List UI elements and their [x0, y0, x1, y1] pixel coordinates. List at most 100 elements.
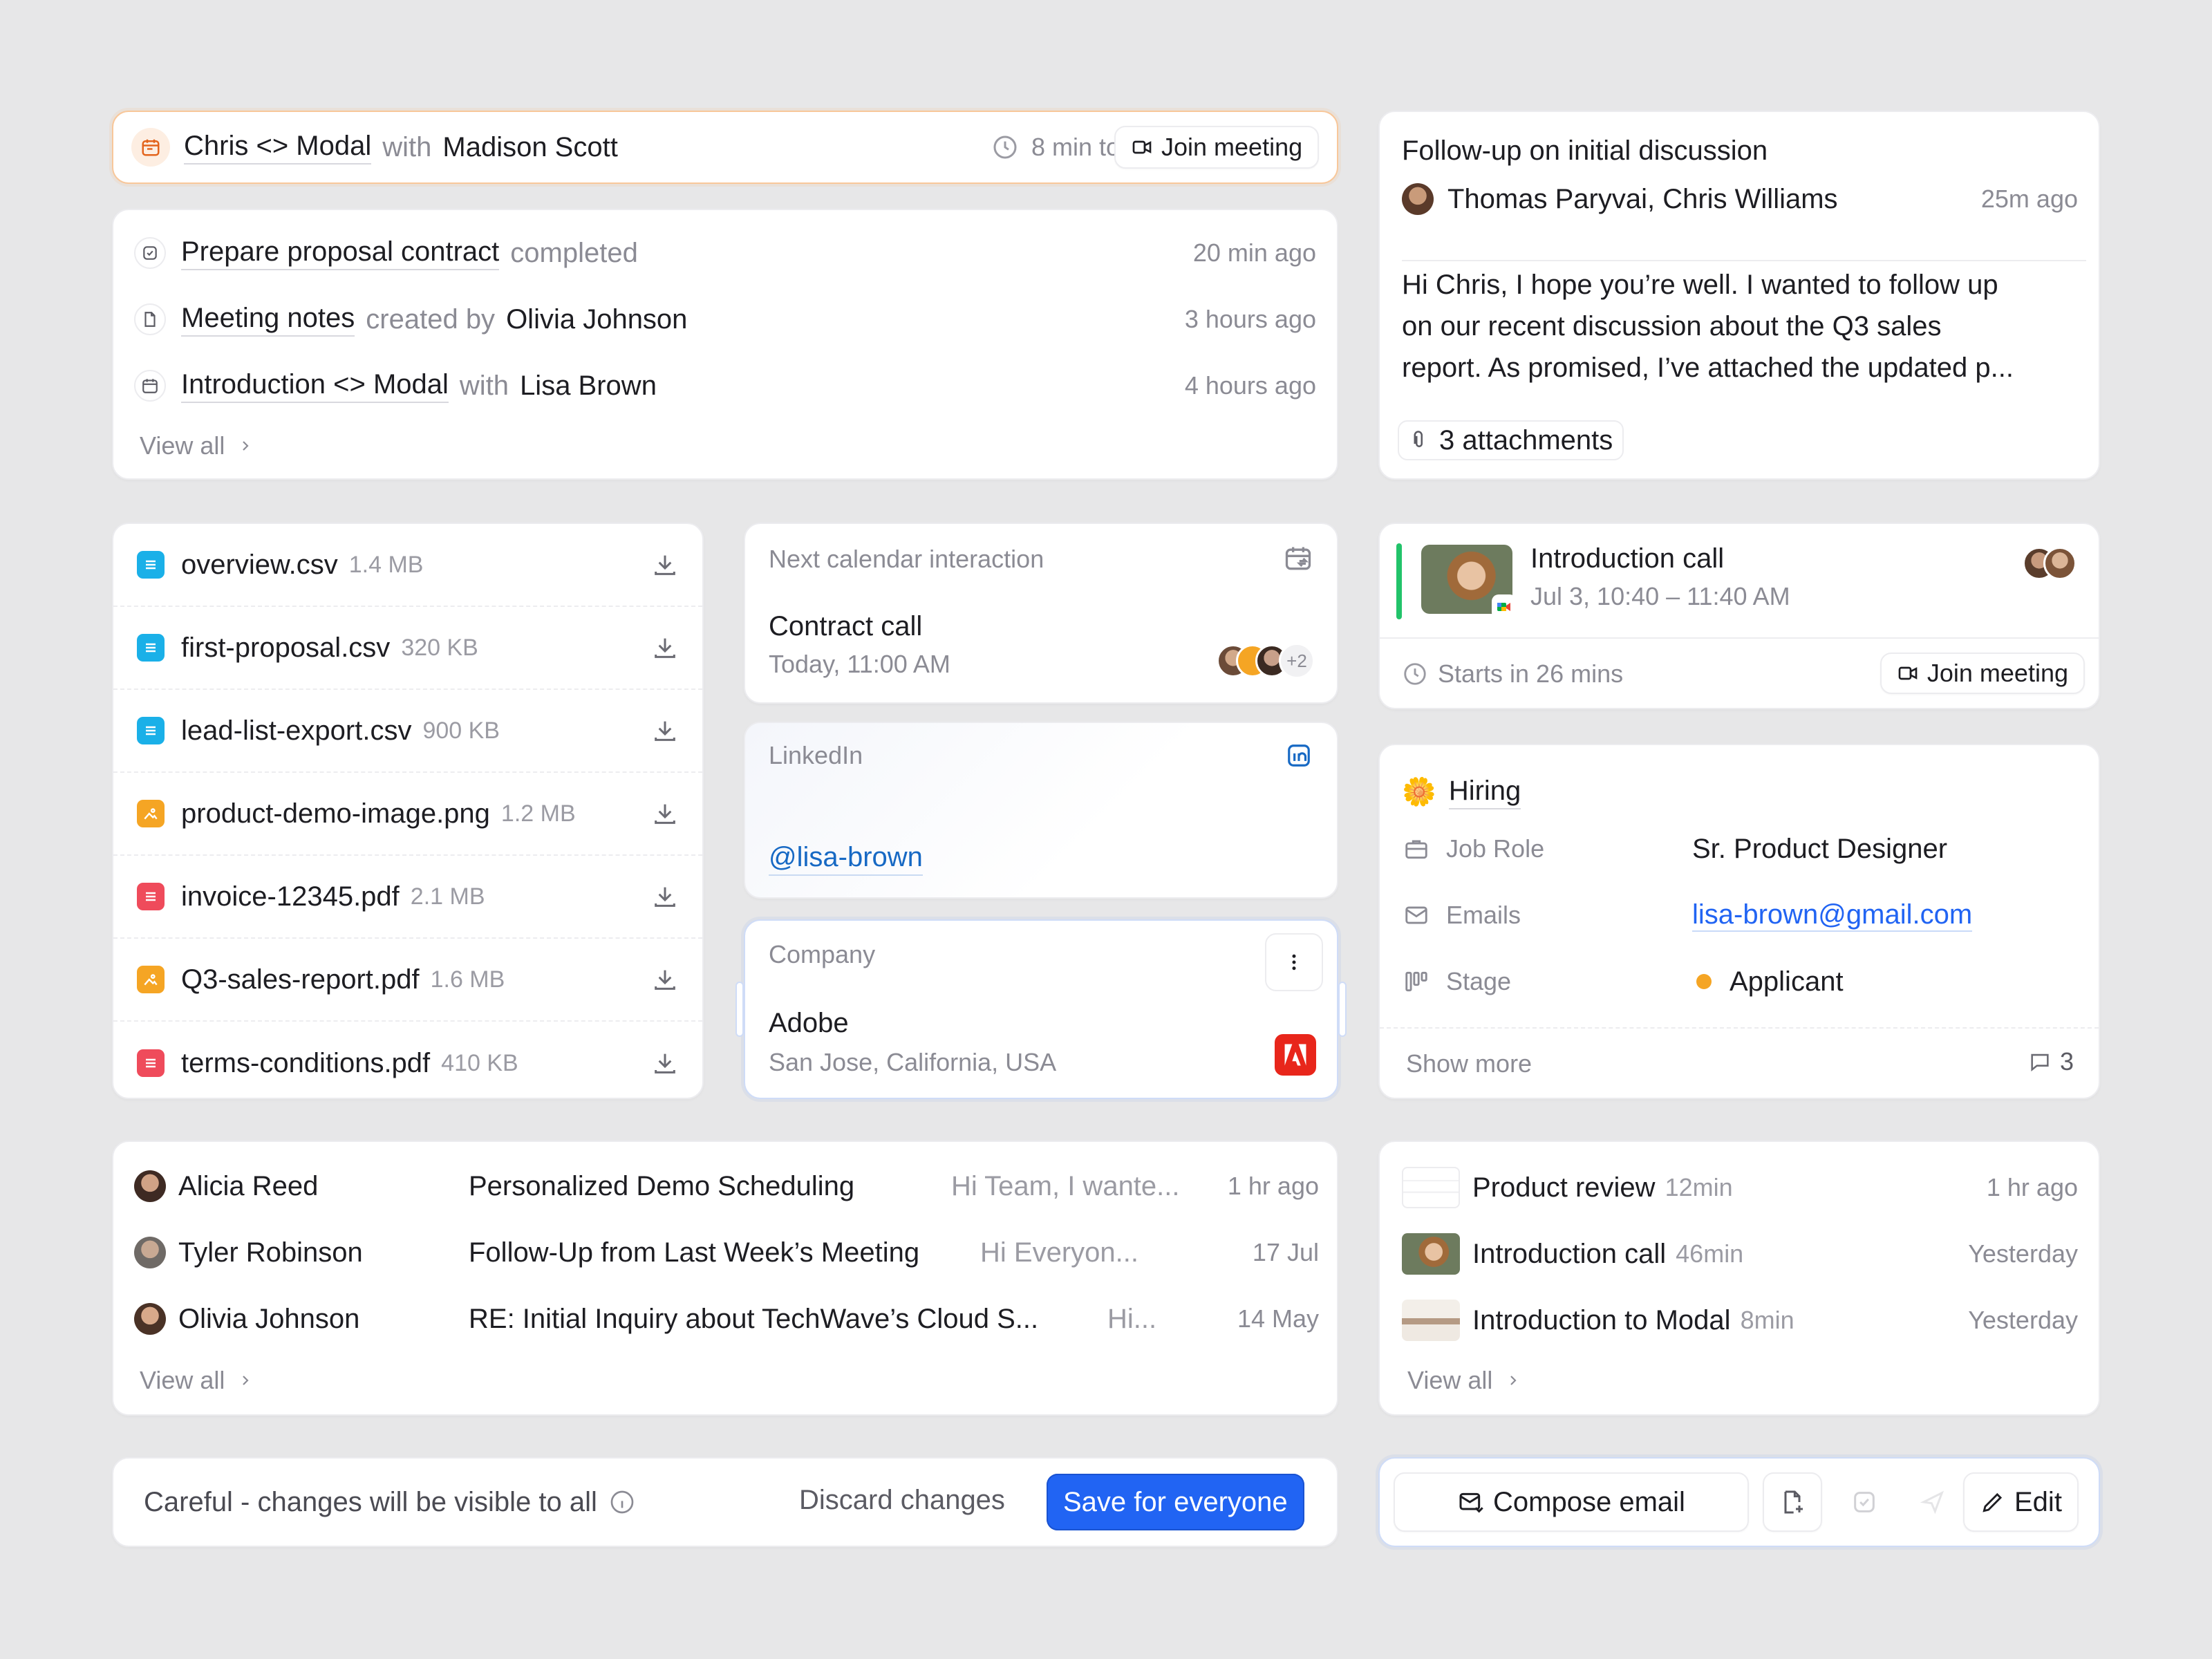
avatar: [2043, 547, 2077, 580]
file-row[interactable]: product-demo-image.png 1.2 MB: [113, 773, 702, 856]
pdf-file-icon: [137, 1049, 165, 1077]
email-subject: Follow-Up from Last Week’s Meeting: [469, 1237, 920, 1268]
kebab-menu-icon: [1284, 952, 1304, 973]
activity-item[interactable]: Prepare proposal contract completed 20 m…: [134, 232, 1316, 274]
file-size: 1.2 MB: [500, 800, 576, 827]
show-more-link[interactable]: Show more: [1406, 1049, 1532, 1078]
activity-item[interactable]: Meeting notes created by Olivia Johnson …: [134, 299, 1316, 340]
files-card: overview.csv 1.4 MB first-proposal.csv 3…: [112, 523, 704, 1099]
recording-row[interactable]: Introduction call 46min Yesterday: [1402, 1232, 2078, 1276]
activity-time: 4 hours ago: [1184, 371, 1316, 400]
recordings-card: Product review 12min 1 hr ago Introducti…: [1378, 1141, 2100, 1416]
activity-subject[interactable]: Prepare proposal contract: [181, 236, 500, 270]
hiring-title[interactable]: Hiring: [1448, 776, 1521, 809]
download-icon[interactable]: [651, 634, 679, 662]
email-link[interactable]: lisa-brown@gmail.com: [1692, 899, 1973, 932]
file-row[interactable]: lead-list-export.csv 900 KB: [113, 690, 702, 773]
save-for-everyone-button[interactable]: Save for everyone: [1047, 1474, 1304, 1530]
field-value[interactable]: Sr. Product Designer: [1692, 834, 1947, 865]
calendar-sync-icon[interactable]: [1283, 543, 1313, 574]
file-name: terms-conditions.pdf: [181, 1047, 431, 1078]
file-row[interactable]: terms-conditions.pdf 410 KB: [113, 1022, 702, 1098]
card-divider: [1380, 1027, 2099, 1029]
linkedin-icon[interactable]: [1286, 742, 1312, 769]
image-file-icon: [137, 800, 165, 827]
join-meeting-button[interactable]: Join meeting: [1880, 653, 2085, 694]
file-row[interactable]: overview.csv 1.4 MB: [113, 524, 702, 607]
resize-handle[interactable]: [1338, 982, 1347, 1037]
compose-email-button[interactable]: Compose email: [1394, 1472, 1749, 1532]
file-row[interactable]: invoice-12345.pdf 2.1 MB: [113, 856, 702, 939]
image-file-icon: [137, 966, 165, 993]
resize-handle[interactable]: [735, 982, 744, 1037]
kanban-icon: [1403, 968, 1430, 995]
download-icon[interactable]: [651, 966, 679, 993]
edit-button[interactable]: Edit: [1963, 1472, 2079, 1532]
introduction-call-card[interactable]: Introduction call Jul 3, 10:40 – 11:40 A…: [1378, 523, 2100, 709]
active-indicator: [1396, 543, 1402, 619]
recording-title: Introduction to Modal: [1472, 1304, 1731, 1335]
attachments-label: 3 attachments: [1439, 424, 1613, 456]
meeting-banner[interactable]: Chris <> Modal with Madison Scott 8 min …: [112, 111, 1338, 184]
join-meeting-button[interactable]: Join meeting: [1114, 126, 1320, 169]
clock-icon: [991, 133, 1019, 161]
action-toolbar: Compose email Edit: [1378, 1457, 2100, 1547]
attendee-stack: +2: [1217, 641, 1315, 680]
company-card[interactable]: Company Adobe San Jose, California, USA: [735, 919, 1347, 1099]
recording-row[interactable]: Introduction to Modal 8min Yesterday: [1402, 1298, 2078, 1342]
download-icon[interactable]: [651, 717, 679, 744]
file-size: 900 KB: [422, 717, 500, 744]
send-button[interactable]: [1905, 1472, 1960, 1532]
activity-time: 3 hours ago: [1184, 305, 1316, 333]
comments-count[interactable]: 3: [2028, 1044, 2074, 1080]
avatar: [134, 1170, 166, 1202]
view-all-label: View all: [140, 1366, 225, 1394]
spreadsheet-icon: [137, 634, 165, 662]
intro-call-title: Introduction call: [1530, 543, 1725, 574]
discard-changes-button[interactable]: Discard changes: [799, 1485, 1005, 1516]
attachments-chip[interactable]: 3 attachments: [1398, 420, 1624, 460]
activity-view-all-link[interactable]: View all: [140, 429, 254, 463]
edit-label: Edit: [2014, 1486, 2062, 1517]
recording-duration: 12min: [1665, 1173, 1733, 1201]
email-time: 25m ago: [1980, 185, 2078, 213]
meeting-with-label: with: [382, 131, 432, 162]
more-options-button[interactable]: [1265, 933, 1323, 991]
email-row[interactable]: Tyler Robinson Follow-Up from Last Week’…: [134, 1232, 1319, 1273]
email-subject: Personalized Demo Scheduling: [469, 1170, 855, 1201]
activity-verb: created by: [366, 303, 496, 335]
info-icon[interactable]: [608, 1488, 636, 1516]
save-changes-bar: Careful - changes will be visible to all…: [112, 1457, 1338, 1547]
download-icon[interactable]: [651, 1049, 679, 1077]
file-row[interactable]: Q3-sales-report.pdf 1.6 MB: [113, 939, 702, 1022]
linkedin-card[interactable]: LinkedIn @lisa-brown: [744, 722, 1338, 899]
linkedin-handle[interactable]: @lisa-brown: [769, 842, 923, 876]
activity-subject[interactable]: Introduction <> Modal: [181, 369, 449, 403]
recordings-view-all-link[interactable]: View all: [1407, 1363, 1521, 1398]
activity-subject[interactable]: Meeting notes: [181, 303, 355, 337]
clock-icon: [1402, 661, 1428, 687]
paperclip-icon: [1409, 430, 1430, 451]
email-row[interactable]: Olivia Johnson RE: Initial Inquiry about…: [134, 1298, 1319, 1340]
join-meeting-label: Join meeting: [1927, 659, 2068, 687]
download-icon[interactable]: [651, 800, 679, 827]
recording-row[interactable]: Product review 12min 1 hr ago: [1402, 1165, 2078, 1210]
file-name: first-proposal.csv: [181, 632, 391, 663]
activity-verb: with: [459, 370, 509, 401]
emails-view-all-link[interactable]: View all: [140, 1363, 254, 1398]
email-row[interactable]: Alicia Reed Personalized Demo Scheduling…: [134, 1165, 1319, 1207]
email-participants: Thomas Paryvai, Chris Williams: [1447, 183, 1838, 214]
email-time: 1 hr ago: [1227, 1172, 1319, 1200]
meeting-title[interactable]: Chris <> Modal: [184, 131, 372, 165]
add-document-button[interactable]: [1763, 1472, 1822, 1532]
file-row[interactable]: first-proposal.csv 320 KB: [113, 607, 702, 690]
file-size: 2.1 MB: [410, 883, 485, 910]
email-preview-card[interactable]: Follow-up on initial discussion Thomas P…: [1378, 111, 2100, 480]
field-value[interactable]: Applicant: [1730, 966, 1844, 997]
calendar-event-title: Contract call: [769, 611, 923, 641]
activity-item[interactable]: Introduction <> Modal with Lisa Brown 4 …: [134, 365, 1316, 406]
download-icon[interactable]: [651, 883, 679, 910]
add-task-button[interactable]: [1835, 1472, 1894, 1532]
next-calendar-card[interactable]: Next calendar interaction Contract call …: [744, 523, 1338, 704]
download-icon[interactable]: [651, 551, 679, 579]
